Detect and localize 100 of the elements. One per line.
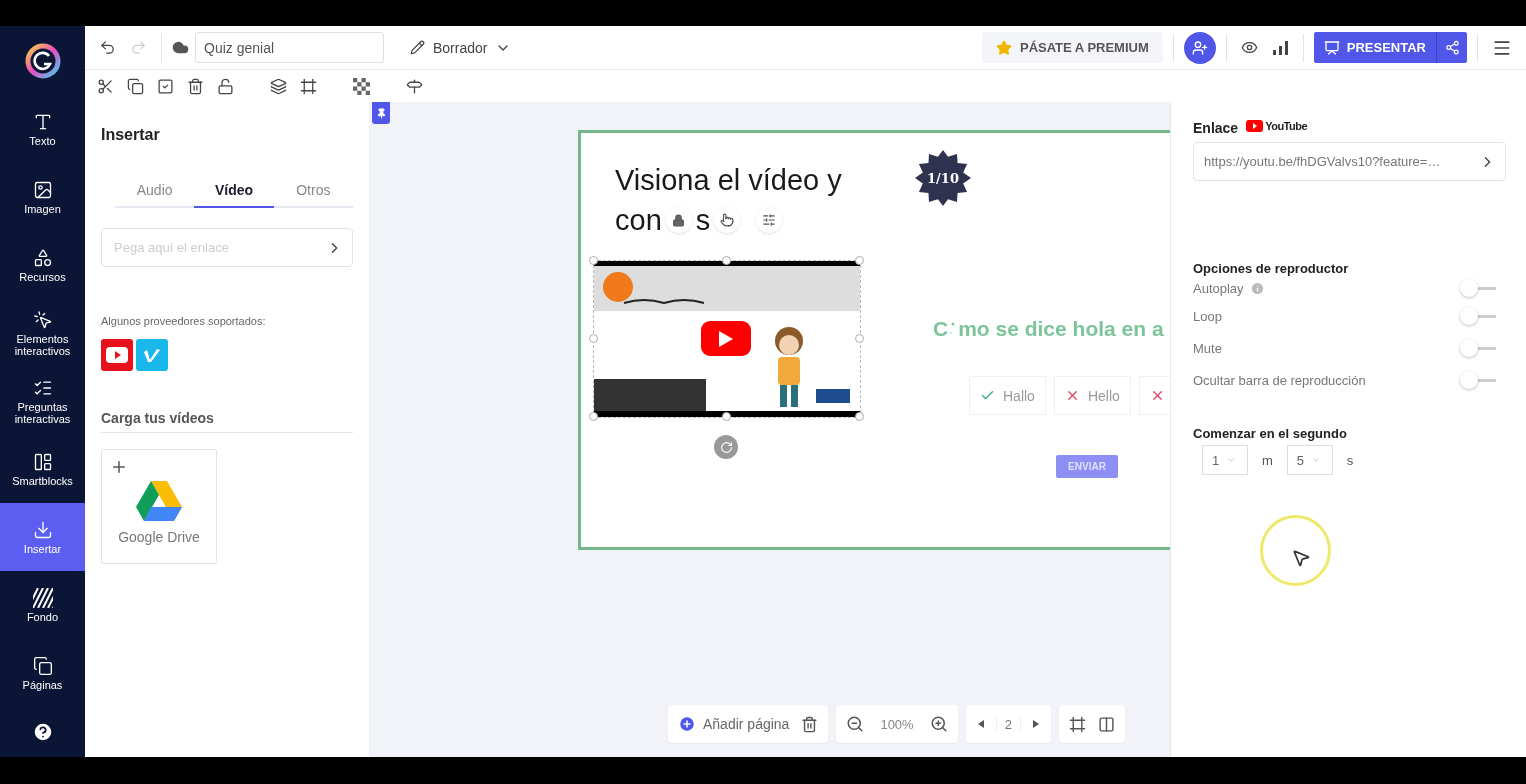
pin-button[interactable] [372,102,390,124]
slide-title: con [615,203,662,238]
nav-item[interactable]: Preguntas interactivas [0,367,85,436]
section-title: Opciones de reproductor [1193,261,1350,276]
toggle-switch[interactable] [1460,339,1496,357]
option-label: Ocultar barra de reproducción [1193,372,1366,388]
nav-item[interactable]: Imagen [0,163,85,232]
plus-circle-icon [678,715,696,733]
resize-handle[interactable] [589,412,598,421]
toggle-switch[interactable] [1460,307,1496,325]
eye-icon [1240,39,1258,56]
nav-item[interactable]: Fondo [0,571,85,640]
signpost-icon[interactable] [406,77,423,95]
help-icon[interactable] [31,721,54,744]
play-icon [1246,120,1264,132]
settings-button[interactable] [756,207,783,233]
nav-item[interactable]: Insertar [0,503,85,572]
resize-handle[interactable] [589,334,598,343]
trash-icon[interactable] [187,77,204,95]
title-field[interactable]: Quiz genial [195,32,384,63]
resize-handle[interactable] [589,256,598,265]
insert-icon [32,519,53,540]
nav-item[interactable]: Páginas [0,639,85,708]
providers-label: Algunos proveedores soportados: [101,315,267,327]
page-badge: 1/10 [915,150,971,206]
cloud-icon [172,39,189,56]
triangle-right-icon [1030,719,1041,729]
option-label: Mute [1193,340,1222,356]
stepper-icon [1226,455,1236,465]
hand-pointer-icon [720,213,735,227]
zoom-out-icon [846,715,865,733]
resize-handle[interactable] [855,334,864,343]
question-text: C [933,317,949,341]
nav-item[interactable]: Texto [0,95,85,164]
zoom-in-icon [929,715,948,733]
play-button[interactable] [701,321,751,356]
status-dropdown[interactable]: Borrador [404,38,518,57]
share-button[interactable] [1436,32,1467,63]
zoom-level: 100% [879,716,915,732]
resize-handle[interactable] [855,256,864,265]
pin-icon [375,107,387,119]
add-user-button[interactable] [1183,31,1216,64]
play-icon [106,347,128,363]
nav-item[interactable]: Elementos interactivos [0,299,85,368]
frame-icon[interactable] [300,77,317,95]
sliders-icon [762,213,777,227]
link-field[interactable]: https://youtu.be/fhDGValvs10?feature=… [1193,142,1506,181]
tab[interactable]: Otros [273,182,353,208]
drive-card[interactable]: Google Drive [101,449,217,564]
stepper-icon [1310,455,1321,465]
checklist-icon [32,378,53,398]
minutes-field[interactable]: 1 [1202,445,1248,475]
star-icon [995,39,1012,56]
undo-icon [99,39,116,56]
field-label: Enlace [1193,120,1239,136]
toggle-switch[interactable] [1460,371,1496,389]
blocks-icon [32,451,53,472]
transparency-icon[interactable] [353,77,370,95]
scissors-icon[interactable] [97,77,114,95]
checkbox-icon[interactable] [157,77,174,95]
copy-icon[interactable] [127,77,144,95]
unit-label: m [1262,452,1273,468]
play-icon [719,330,733,347]
rotate-icon [719,440,733,454]
drive-icon [136,481,182,521]
add-user-icon [1191,39,1208,56]
v-icon [143,347,161,363]
section-title: Carga tus vídeos [101,410,353,433]
option-label: Autoplay [1193,280,1244,296]
image-icon [32,180,53,201]
youtube-logo: YouTube [1246,120,1308,132]
pages-icon [32,655,53,676]
interaction-button[interactable] [714,207,741,233]
seconds-field[interactable]: 5 [1286,445,1333,475]
tab[interactable]: Vídeo [194,182,274,208]
bar-chart-icon [1271,39,1289,56]
share-icon [1444,40,1460,55]
frame-icon [1068,715,1086,733]
resize-handle[interactable] [722,256,731,265]
slide-title: s [695,203,711,238]
nav-item[interactable]: Recursos [0,231,85,300]
toggle-switch[interactable] [1460,279,1496,297]
shapes-icon [32,248,53,269]
section-title: Comenzar en el segundo [1193,426,1348,441]
rotate-handle[interactable] [714,435,738,459]
trash-icon [801,715,819,733]
lock-button[interactable] [665,207,692,233]
tab[interactable]: Audio [115,182,195,208]
cursor-icon [1291,548,1311,568]
unlock-icon[interactable] [217,77,234,95]
resize-handle[interactable] [722,412,731,421]
lock-icon [672,213,686,227]
page-number: 2 [995,716,1021,732]
logo-icon [23,41,62,80]
resize-handle[interactable] [855,412,864,421]
premium-button[interactable]: PÁSATE A PREMIUM [981,32,1163,63]
presentation-icon [1323,39,1340,56]
unit-label: s [1346,452,1354,468]
nav-item[interactable]: Smartblocks [0,435,85,504]
layers-icon[interactable] [270,77,287,95]
